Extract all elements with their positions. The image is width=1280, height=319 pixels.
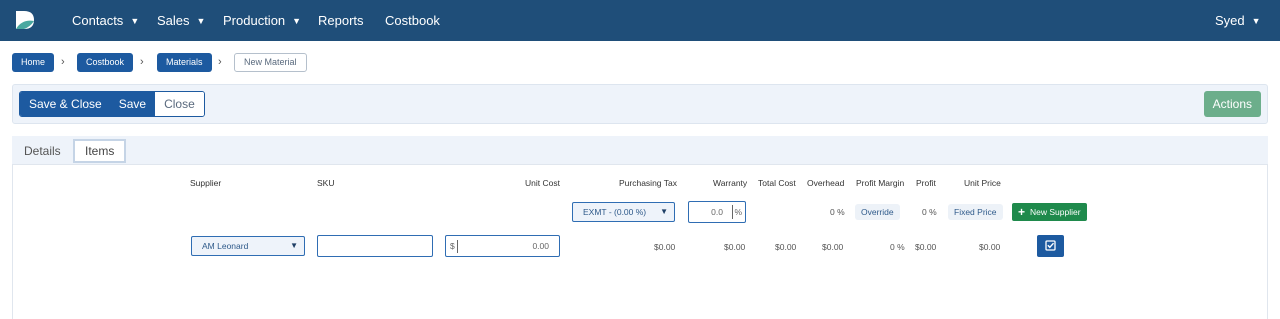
header-warranty: Warranty bbox=[713, 178, 748, 188]
breadcrumb-materials[interactable]: Materials bbox=[157, 53, 212, 72]
nav-sales-label: Sales bbox=[157, 13, 190, 28]
user-name: Syed bbox=[1215, 13, 1245, 28]
row-profit: $0.00 bbox=[915, 242, 937, 252]
close-button[interactable]: Close bbox=[155, 92, 204, 116]
chevron-down-icon: ▼ bbox=[130, 16, 140, 26]
header-profit-margin: Profit Margin bbox=[856, 178, 905, 188]
default-warranty-value: 0.0 bbox=[711, 207, 723, 217]
header-unit-cost: Unit Cost bbox=[525, 178, 560, 188]
text-cursor bbox=[732, 205, 733, 219]
row-overhead: $0.00 bbox=[822, 242, 844, 252]
tab-items[interactable]: Items bbox=[73, 139, 127, 163]
nav-reports[interactable]: Reports bbox=[318, 0, 364, 41]
top-navbar: Contacts ▼ Sales ▼ Production ▼ Reports Cos… bbox=[0, 0, 1280, 41]
nav-contacts-label: Contacts bbox=[72, 13, 124, 28]
unit-cost-value: 0.00 bbox=[532, 241, 549, 251]
breadcrumb-separator-icon: › bbox=[61, 56, 65, 68]
header-unit-price: Unit Price bbox=[964, 178, 1001, 188]
row-total-cost: $0.00 bbox=[775, 242, 797, 252]
header-overhead: Overhead bbox=[807, 178, 845, 188]
fixed-price-button[interactable]: Fixed Price bbox=[948, 204, 1003, 220]
new-supplier-button[interactable]: + New Supplier bbox=[1012, 203, 1087, 221]
breadcrumb-home[interactable]: Home bbox=[12, 53, 55, 72]
confirm-row-button[interactable] bbox=[1037, 235, 1064, 257]
chevron-down-icon: ▼ bbox=[660, 207, 668, 216]
breadcrumb-costbook[interactable]: Costbook bbox=[77, 53, 134, 72]
chevron-down-icon: ▼ bbox=[1251, 16, 1261, 26]
header-profit: Profit bbox=[916, 178, 936, 188]
text-cursor bbox=[457, 240, 458, 253]
nav-production-label: Production bbox=[223, 13, 286, 28]
default-overhead: 0 % bbox=[830, 207, 845, 217]
row-unit-price: $0.00 bbox=[979, 242, 1001, 252]
action-toolbar: Save & Close Save Close Actions bbox=[12, 84, 1268, 124]
new-supplier-label: New Supplier bbox=[1030, 207, 1081, 217]
sku-input[interactable] bbox=[317, 235, 433, 257]
plus-icon: + bbox=[1018, 205, 1026, 219]
breadcrumb-current: New Material bbox=[234, 53, 307, 72]
header-supplier: Supplier bbox=[190, 178, 222, 188]
save-and-close-button[interactable]: Save & Close bbox=[20, 92, 111, 116]
tab-details[interactable]: Details bbox=[14, 139, 71, 163]
app-logo-icon[interactable] bbox=[14, 9, 36, 31]
nav-costbook-label: Costbook bbox=[385, 13, 440, 28]
nav-reports-label: Reports bbox=[318, 13, 364, 28]
supplier-value: AM Leonard bbox=[202, 241, 249, 251]
user-menu[interactable]: Syed ▼ bbox=[1215, 0, 1261, 41]
row-purchasing-tax: $0.00 bbox=[654, 242, 676, 252]
save-button[interactable]: Save bbox=[110, 92, 156, 116]
default-profit: 0 % bbox=[922, 207, 937, 217]
chevron-down-icon: ▼ bbox=[290, 241, 298, 250]
header-purchasing-tax: Purchasing Tax bbox=[619, 178, 677, 188]
supplier-select[interactable]: AM Leonard ▼ bbox=[191, 236, 305, 256]
nav-contacts[interactable]: Contacts ▼ bbox=[72, 0, 139, 41]
actions-button[interactable]: Actions bbox=[1203, 91, 1261, 117]
header-sku: SKU bbox=[317, 178, 335, 188]
override-button[interactable]: Override bbox=[855, 204, 900, 220]
row-profit-margin: 0 % bbox=[890, 242, 905, 252]
nav-sales[interactable]: Sales ▼ bbox=[157, 0, 205, 41]
tab-bar: Details Items bbox=[12, 136, 1268, 164]
header-total-cost: Total Cost bbox=[758, 178, 796, 188]
checkbox-check-icon bbox=[1045, 240, 1056, 251]
chevron-down-icon: ▼ bbox=[196, 16, 206, 26]
nav-production[interactable]: Production ▼ bbox=[223, 0, 301, 41]
default-purchasing-tax-value: EXMT - (0.00 %) bbox=[583, 207, 647, 217]
breadcrumb-separator-icon: › bbox=[218, 56, 222, 68]
default-warranty-input[interactable]: 0.0 % bbox=[688, 201, 746, 223]
default-purchasing-tax-select[interactable]: EXMT - (0.00 %) ▼ bbox=[572, 202, 675, 222]
save-button-group: Save & Close Save Close bbox=[19, 91, 205, 117]
warranty-percent-unit: % bbox=[734, 207, 742, 217]
unit-cost-input[interactable]: $ 0.00 bbox=[445, 235, 560, 257]
chevron-down-icon: ▼ bbox=[292, 16, 302, 26]
row-warranty: $0.00 bbox=[724, 242, 746, 252]
nav-costbook[interactable]: Costbook bbox=[385, 0, 440, 41]
breadcrumb-separator-icon: › bbox=[140, 56, 144, 68]
currency-symbol: $ bbox=[450, 241, 455, 251]
